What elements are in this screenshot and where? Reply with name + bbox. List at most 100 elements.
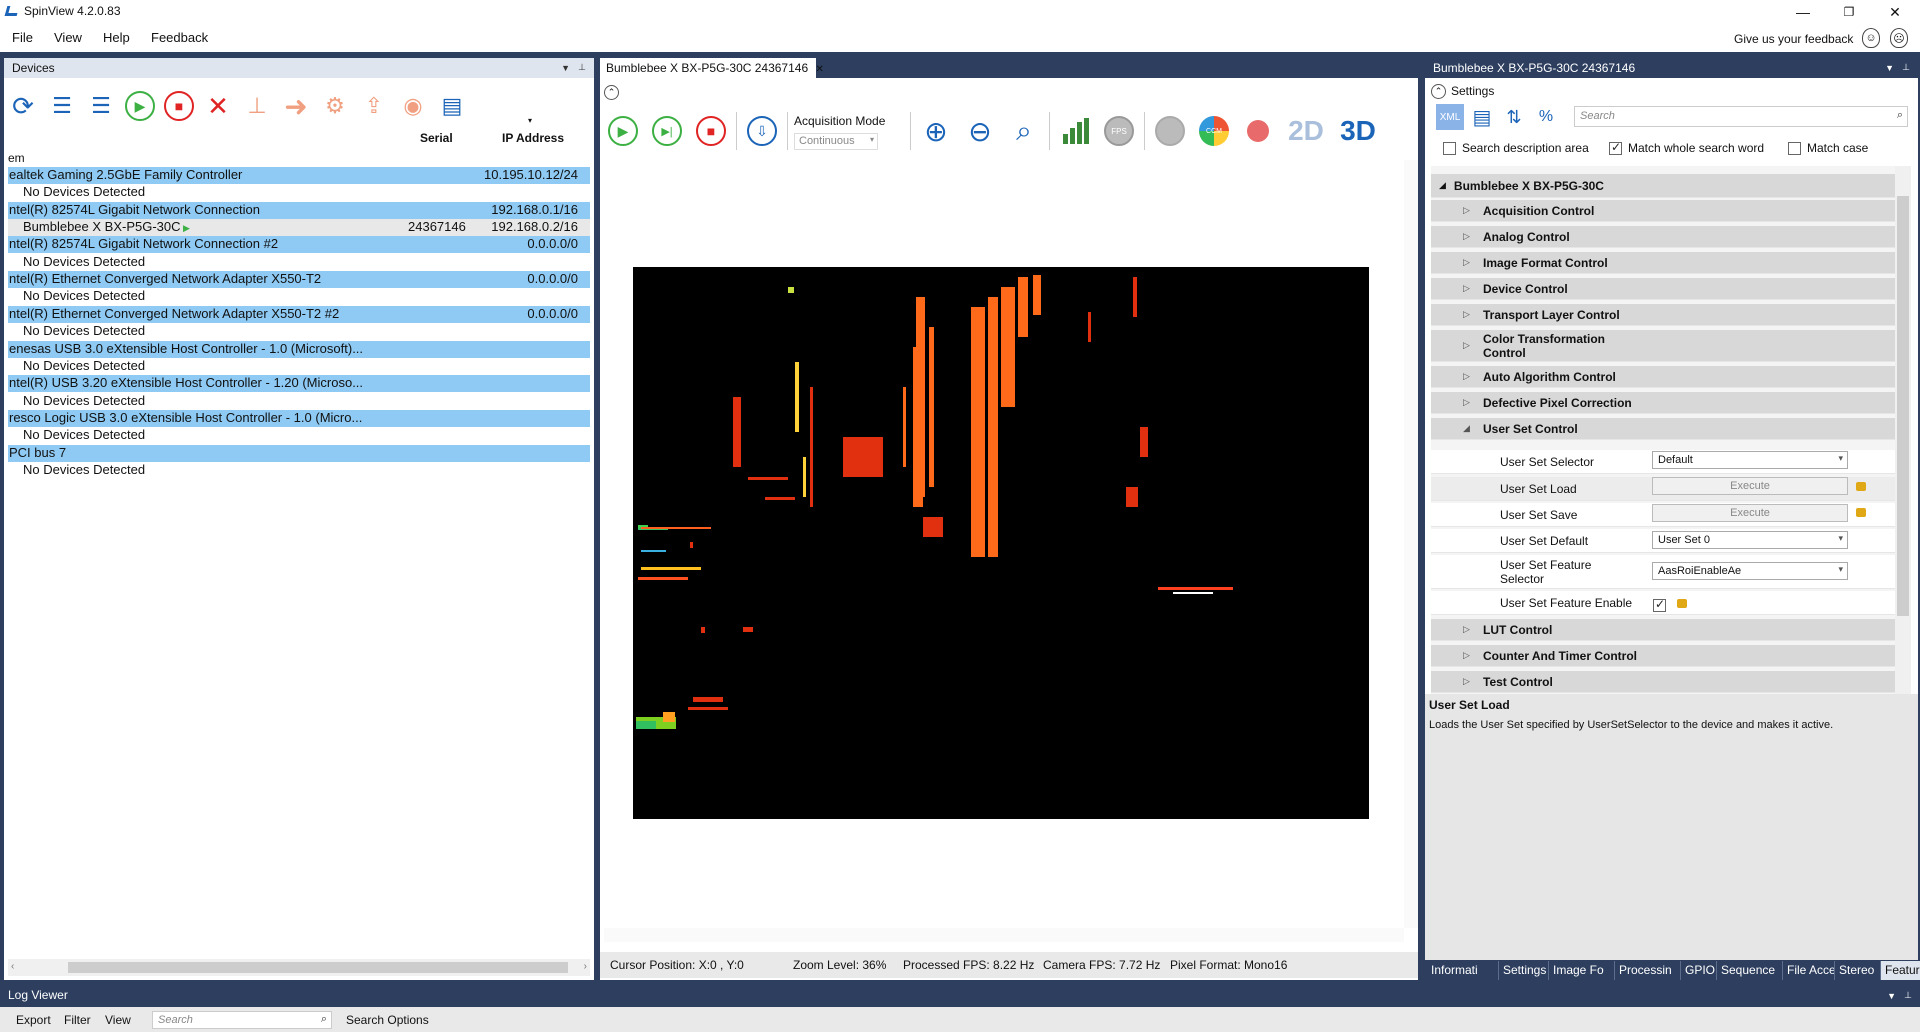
category-analog-control[interactable]: ▷ Analog Control — [1431, 226, 1895, 248]
close-window-button[interactable]: ✕ — [1872, 0, 1918, 24]
histogram-icon[interactable] — [1056, 112, 1094, 150]
interface-row[interactable]: ntel(R) Ethernet Converged Network Adapt… — [8, 271, 590, 289]
tab-settings[interactable]: Settings — [1499, 961, 1549, 980]
no-devices-row[interactable]: No Devices Detected — [8, 184, 145, 201]
menu-help[interactable]: Help — [103, 30, 130, 45]
ip-column-header[interactable]: IP Address — [502, 131, 564, 145]
camera-reset-icon[interactable]: ◉ — [398, 91, 428, 121]
collapsed-arrow-icon[interactable]: ▷ — [1463, 650, 1475, 661]
user-set-default-combo[interactable]: User Set 0 ▾ — [1652, 531, 1848, 549]
category-color-transformation-control[interactable]: ▷ Color Transformation Control — [1431, 330, 1895, 362]
dropdown-icon[interactable]: ▼ — [1887, 991, 1896, 1001]
collapsed-arrow-icon[interactable]: ▷ — [1463, 371, 1475, 382]
devices-horizontal-scrollbar[interactable]: ‹ › — [8, 959, 590, 976]
viewport-horizontal-scrollbar[interactable] — [604, 928, 1404, 942]
collapsed-arrow-icon[interactable]: ▷ — [1463, 624, 1475, 635]
collapsed-arrow-icon[interactable]: ▷ — [1463, 676, 1475, 687]
camera-export-icon[interactable]: ⇪ — [359, 91, 389, 121]
percent-icon[interactable]: % — [1532, 104, 1560, 130]
zoom-in-icon[interactable]: ⊕ — [917, 112, 955, 150]
category-defective-pixel-correction[interactable]: ▷ Defective Pixel Correction — [1431, 392, 1895, 414]
stop-icon[interactable]: ■ — [692, 112, 730, 150]
single-frame-icon[interactable]: ▶| — [648, 112, 686, 150]
tab-features[interactable]: Features — [1881, 961, 1920, 980]
forward-icon[interactable]: ➜ — [281, 91, 311, 122]
category-acquisition-control[interactable]: ▷ Acquisition Control — [1431, 200, 1895, 222]
dropdown-icon[interactable]: ▼ — [561, 63, 570, 73]
search-icon[interactable]: ⌕ — [321, 1013, 327, 1026]
acquisition-mode-select[interactable]: Continuous ▾ — [794, 133, 878, 150]
interface-row[interactable]: enesas USB 3.0 eXtensible Host Controlle… — [8, 340, 590, 358]
category-device-control[interactable]: ▷ Device Control — [1431, 278, 1895, 300]
collapsed-arrow-icon[interactable]: ▷ — [1463, 340, 1475, 351]
collapsed-arrow-icon[interactable]: ▷ — [1463, 309, 1475, 320]
network-icon[interactable]: ⊥ — [242, 91, 272, 121]
minimize-button[interactable]: — — [1780, 0, 1826, 24]
interface-row[interactable]: ntel(R) USB 3.20 eXtensible Host Control… — [8, 375, 590, 393]
tab-gpio[interactable]: GPIO — [1681, 961, 1717, 980]
xml-view-button[interactable]: XML — [1436, 104, 1464, 130]
tree-view-icon[interactable]: ▤ — [1468, 104, 1496, 130]
dropdown-icon[interactable]: ▼ — [1885, 63, 1894, 73]
interface-row[interactable]: ntel(R) 82574L Gigabit Network Connectio… — [8, 236, 590, 254]
collapse-toolbar-icon[interactable]: ⌃ — [604, 85, 619, 100]
search-options-button[interactable]: Search Options — [346, 1013, 429, 1027]
category-auto-algorithm-control[interactable]: ▷ Auto Algorithm Control — [1431, 366, 1895, 388]
viewport-vertical-scrollbar[interactable] — [1404, 160, 1418, 928]
camera-settings-icon[interactable]: ⚙ — [320, 91, 350, 121]
interface-row[interactable]: ntel(R) Ethernet Converged Network Adapt… — [8, 305, 590, 323]
interface-row[interactable]: PCI bus 7 — [8, 444, 590, 462]
stream-tab[interactable]: Bumblebee X BX-P5G-30C 24367146 ✕ — [600, 58, 824, 78]
collapsed-arrow-icon[interactable]: ▷ — [1463, 283, 1475, 294]
toolbar-overflow-icon[interactable]: ▾ — [528, 116, 532, 125]
tree-root-node[interactable]: ◢ Bumblebee X BX-P5G-30C — [1431, 174, 1895, 198]
tab-stereo[interactable]: Stereo — [1835, 961, 1881, 980]
zoom-out-icon[interactable]: ⊖ — [961, 112, 999, 150]
refresh-devices-icon[interactable]: ⟳ — [8, 91, 38, 121]
serial-column-header[interactable]: Serial — [420, 131, 453, 145]
log-export-menu[interactable]: Export — [16, 1013, 51, 1027]
scroll-right-icon[interactable]: › — [584, 961, 587, 972]
detail-list-icon[interactable]: ☰ — [86, 91, 116, 121]
scrollbar-thumb[interactable] — [1897, 196, 1909, 616]
category-transport-layer-control[interactable]: ▷ Transport Layer Control — [1431, 304, 1895, 326]
pin-icon[interactable]: ⊥ — [578, 62, 586, 73]
list-view-icon[interactable]: ☰ — [47, 91, 77, 121]
play-icon[interactable]: ▶ — [604, 112, 642, 150]
device-row[interactable]: Bumblebee X BX-P5G-30C ▶ 24367146 192.168.… — [8, 219, 590, 237]
no-devices-row[interactable]: No Devices Detected — [8, 254, 145, 271]
disconnect-icon[interactable]: ✕ — [203, 91, 233, 121]
collapse-settings-icon[interactable]: ⌃ — [1431, 84, 1446, 99]
happy-face-icon[interactable]: ☺ — [1862, 28, 1880, 48]
device-info-icon[interactable]: ▤ — [437, 91, 467, 121]
ccm-icon[interactable]: CCM — [1195, 112, 1233, 150]
no-devices-row[interactable]: No Devices Detected — [8, 462, 145, 479]
user-set-feature-selector-combo[interactable]: AasRoiEnableAe ▾ — [1652, 562, 1848, 580]
tab-file-acce[interactable]: File Acce: — [1783, 961, 1835, 980]
collapsed-arrow-icon[interactable]: ▷ — [1463, 397, 1475, 408]
user-set-feature-enable-checkbox[interactable] — [1653, 597, 1666, 613]
search-description-option[interactable]: Search description area — [1443, 141, 1589, 155]
no-devices-row[interactable]: No Devices Detected — [8, 323, 145, 340]
tab-processin[interactable]: Processin — [1615, 961, 1681, 980]
pin-icon[interactable]: ⊥ — [1904, 990, 1912, 1001]
menu-feedback[interactable]: Feedback — [151, 30, 208, 45]
sad-face-icon[interactable]: ☹ — [1890, 28, 1908, 48]
record-icon[interactable] — [1239, 112, 1277, 150]
category-lut-control[interactable]: ▷ LUT Control — [1431, 619, 1895, 641]
scrollbar-thumb[interactable] — [68, 962, 568, 973]
download-icon[interactable]: ⇩ — [743, 112, 781, 150]
collapsed-arrow-icon[interactable]: ▷ — [1463, 231, 1475, 242]
menu-view[interactable]: View — [54, 30, 82, 45]
no-devices-row[interactable]: No Devices Detected — [8, 288, 145, 305]
restore-button[interactable]: ❐ — [1826, 0, 1872, 24]
scroll-left-icon[interactable]: ‹ — [11, 961, 14, 972]
tab-informati[interactable]: Informati — [1427, 961, 1499, 980]
category-counter-and-timer-control[interactable]: ▷ Counter And Timer Control — [1431, 645, 1895, 667]
feature-search-input[interactable]: Search ⌕ — [1574, 106, 1908, 127]
tab-sequence[interactable]: Sequence — [1717, 961, 1783, 980]
user-set-selector-combo[interactable]: Default ▾ — [1652, 451, 1848, 469]
feature-tree-scrollbar[interactable] — [1895, 166, 1911, 694]
category-user-set-control[interactable]: ◢ User Set Control — [1431, 418, 1895, 440]
no-devices-row[interactable]: No Devices Detected — [8, 358, 145, 375]
